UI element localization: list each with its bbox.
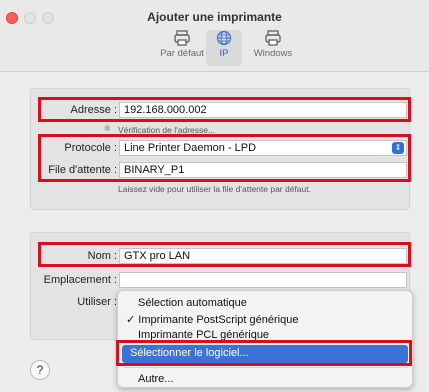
printer-icon <box>265 30 281 46</box>
menu-separator <box>124 367 408 368</box>
tab-default-label: Par défaut <box>160 48 204 59</box>
window-title: Ajouter une imprimante <box>147 10 282 24</box>
help-button[interactable]: ? <box>30 360 50 380</box>
menu-item-other[interactable]: Autre... <box>138 373 173 385</box>
address-highlight <box>38 97 411 122</box>
tab-windows[interactable]: Windows <box>250 30 296 66</box>
tab-ip-label: IP <box>219 48 229 59</box>
protocol-queue-highlight <box>38 134 411 182</box>
titlebar: Ajouter une imprimante Par défaut IP Win… <box>0 0 429 72</box>
tab-default[interactable]: Par défaut <box>160 30 204 66</box>
printer-icon <box>174 30 190 46</box>
location-field[interactable] <box>119 272 407 288</box>
menu-item-auto[interactable]: Sélection automatique <box>138 297 247 309</box>
use-dropdown-menu: Sélection automatique ✓ Imprimante PostS… <box>117 290 413 388</box>
name-highlight <box>38 242 411 267</box>
location-label: Emplacement : <box>43 274 117 286</box>
globe-icon <box>216 30 232 46</box>
spinner-icon: ✲ <box>104 124 111 133</box>
add-printer-window: Ajouter une imprimante Par défaut IP Win… <box>0 0 429 392</box>
select-software-highlight <box>116 340 412 366</box>
menu-item-postscript[interactable]: ✓ Imprimante PostScript générique <box>126 313 298 326</box>
tab-windows-label: Windows <box>253 48 293 59</box>
use-label: Utiliser : <box>77 296 117 308</box>
queue-hint: Laissez vide pour utiliser la file d'att… <box>118 184 311 194</box>
tab-ip[interactable]: IP <box>206 30 242 66</box>
